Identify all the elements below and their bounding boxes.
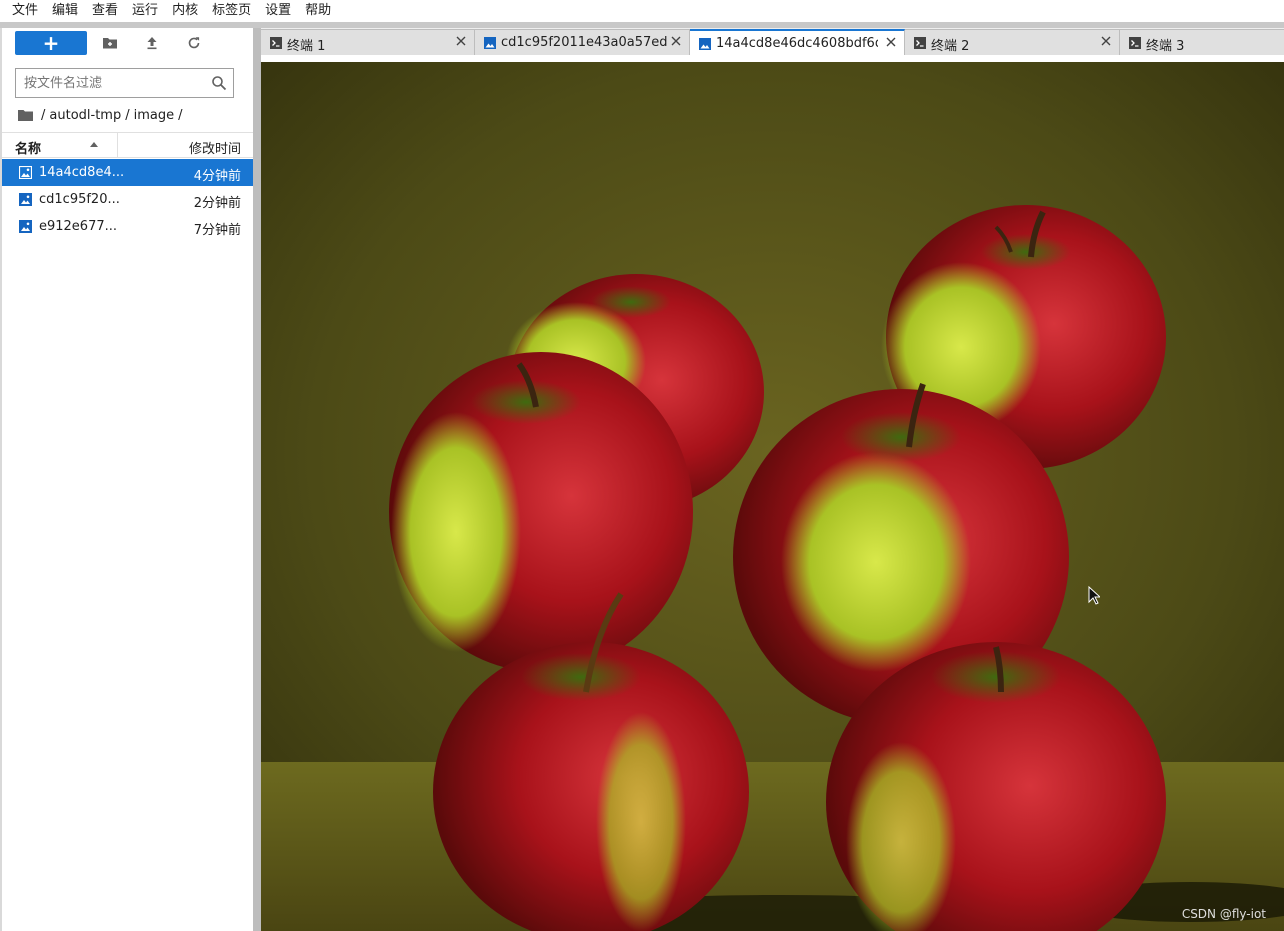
column-header-modified[interactable]: 修改时间 <box>189 138 241 157</box>
image-icon <box>699 38 711 50</box>
file-browser-sidebar: + / <box>0 28 253 931</box>
tab-terminal-2[interactable]: 终端 2 <box>905 29 1120 55</box>
menu-kernel[interactable]: 内核 <box>165 1 205 21</box>
filter-input[interactable] <box>24 70 212 96</box>
image-file-icon <box>19 193 32 206</box>
sidebar-resize-handle[interactable] <box>253 28 261 931</box>
filter-field <box>15 68 234 98</box>
folder-icon[interactable] <box>18 109 33 121</box>
mouse-cursor-icon <box>1088 586 1100 605</box>
file-modified: 2分钟前 <box>193 196 241 211</box>
search-icon <box>212 76 227 91</box>
image-icon <box>484 37 496 49</box>
menu-run[interactable]: 运行 <box>125 1 165 21</box>
apples-image <box>261 62 1284 931</box>
sort-ascending-icon <box>90 142 98 147</box>
tab-terminal-1[interactable]: 终端 1 <box>261 29 475 55</box>
file-row[interactable]: 14a4cd8e4... 4分钟前 <box>2 159 253 186</box>
new-folder-button[interactable] <box>101 34 119 52</box>
file-name: cd1c95f20... <box>39 192 120 207</box>
menu-settings[interactable]: 设置 <box>258 1 298 21</box>
menu-edit[interactable]: 编辑 <box>45 1 85 21</box>
file-list: 14a4cd8e4... 4分钟前 cd1c95f20... 2分钟前 e912… <box>2 159 253 240</box>
watermark: CSDN @fly-iot <box>1181 907 1266 921</box>
breadcrumb-autodl-tmp[interactable]: autodl-tmp <box>47 108 123 123</box>
file-name: 14a4cd8e4... <box>39 165 125 180</box>
tab-image-14a4cd8e[interactable]: 14a4cd8e46dc4608bdf6de <box>690 29 905 56</box>
menu-file[interactable]: 文件 <box>5 1 45 21</box>
tab-label: 终端 1 <box>287 39 326 54</box>
file-name: e912e677... <box>39 219 118 234</box>
menu-bar: 文件 编辑 查看 运行 内核 标签页 设置 帮助 <box>0 0 1284 22</box>
tab-image-cd1c95f2[interactable]: cd1c95f2011e43a0a57ed36 <box>475 29 690 55</box>
menu-tabs[interactable]: 标签页 <box>205 1 258 21</box>
terminal-icon <box>1129 37 1141 49</box>
menu-help[interactable]: 帮助 <box>298 1 338 21</box>
breadcrumb: / autodl-tmp / image / <box>18 106 185 124</box>
column-divider[interactable] <box>117 133 118 157</box>
refresh-button[interactable] <box>185 34 203 52</box>
image-viewer: CSDN @fly-iot <box>261 55 1284 931</box>
close-icon[interactable] <box>455 35 467 47</box>
tab-terminal-3[interactable]: 终端 3 <box>1120 29 1284 55</box>
breadcrumb-separator: / <box>178 107 183 123</box>
menu-view[interactable]: 查看 <box>85 1 125 21</box>
file-browser-toolbar: + <box>2 28 253 58</box>
upload-button[interactable] <box>143 34 161 52</box>
tab-label: 14a4cd8e46dc4608bdf6de <box>716 36 878 51</box>
new-folder-icon <box>103 38 117 49</box>
image-display[interactable]: CSDN @fly-iot <box>261 62 1284 931</box>
terminal-icon <box>914 37 926 49</box>
tab-label: 终端 2 <box>931 39 970 54</box>
column-header-name[interactable]: 名称 <box>15 138 41 157</box>
image-file-icon <box>19 220 32 233</box>
plus-icon: + <box>42 31 60 55</box>
breadcrumb-separator: / <box>125 107 130 123</box>
file-modified: 4分钟前 <box>193 169 241 184</box>
refresh-icon <box>188 37 200 49</box>
terminal-icon <box>270 37 282 49</box>
listing-header: 名称 修改时间 <box>2 132 253 158</box>
file-modified: 7分钟前 <box>193 223 241 238</box>
close-icon[interactable] <box>885 36 897 48</box>
file-row[interactable]: cd1c95f20... 2分钟前 <box>2 186 253 213</box>
breadcrumb-separator: / <box>41 107 46 123</box>
tab-label: 终端 3 <box>1146 39 1185 54</box>
file-row[interactable]: e912e677... 7分钟前 <box>2 213 253 240</box>
close-icon[interactable] <box>670 35 682 47</box>
tab-label: cd1c95f2011e43a0a57ed36 <box>501 35 668 50</box>
new-launcher-button[interactable]: + <box>15 31 87 55</box>
image-file-icon <box>19 166 32 179</box>
breadcrumb-image[interactable]: image <box>132 108 177 123</box>
close-icon[interactable] <box>1100 35 1112 47</box>
upload-icon <box>147 37 157 50</box>
tab-bar: 终端 1 cd1c95f2011e43a0a57ed36 14a4cd8e46d… <box>261 28 1284 56</box>
